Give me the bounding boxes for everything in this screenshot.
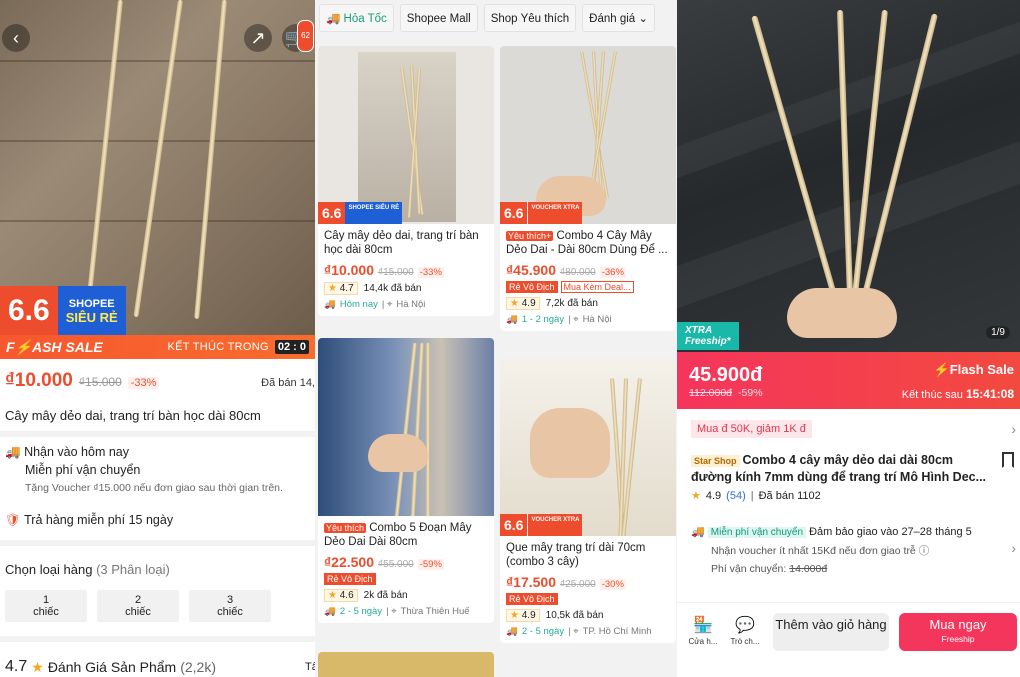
product-image: 6.6 VOUCHER XTRA [500, 358, 676, 536]
truck-icon: 🚚 [5, 445, 21, 459]
chevron-down-icon: ⌄ [638, 13, 649, 25]
chat-icon: 💬 [735, 617, 755, 634]
product-detail-panel-right: XTRA Freeship* 1/9 45.900đ 112.000đ -59% ⚡… [677, 0, 1020, 677]
product-title: Cây mây dẻo dai, trang trí bàn học dài 8… [324, 230, 479, 256]
price: 45.900đ [689, 364, 763, 386]
rating-summary[interactable]: 4.7 ★ Đánh Giá Sản Phẩm (2,2k) Tấ [5, 658, 315, 676]
product-card[interactable]: 6.6 VOUCHER XTRA Yêu thích+ Combo 4 Cây M… [500, 46, 676, 331]
shield-icon: 🛡 [5, 513, 21, 527]
xtra-freeship-badge: XTRA Freeship* [677, 322, 739, 350]
shipping-info[interactable]: 🚚 Nhận vào hôm nay Miễn phí vận chuyển T… [5, 443, 283, 497]
filter-shopee-mall[interactable]: Shopee Mall [399, 4, 478, 32]
filter-bar: 🚚 Hỏa Tốc Shopee Mall Shop Yêu thích Đán… [315, 4, 677, 36]
share-icon[interactable]: ↗ [244, 24, 272, 52]
product-card[interactable]: Yêu thích Combo 5 Đoạn Mây Dẻo Dai Dài 8… [318, 338, 494, 623]
product-title: Yêu thích+ Combo 4 Cây Mây Dẻo Dai - Dài… [506, 230, 668, 256]
product-photo[interactable] [0, 0, 315, 335]
flash-sale-banner: 45.900đ 112.000đ -59% ⚡Flash Sale Kết thú… [677, 352, 1020, 409]
product-detail-panel-left: ‹ ↗ 🛒 62 6.6 SHOPEE SIÊU RẺ F⚡ASH SALE KẾ… [0, 0, 315, 677]
filter-rating[interactable]: Đánh giá ⌄ [582, 4, 656, 32]
product-image: 6.6 SHOPEE SIÊU RẺ [318, 46, 494, 224]
variant-header: Chọn loại hàng (3 Phân loại) [5, 562, 170, 577]
variant-option-1[interactable]: 1 chiếc [5, 590, 87, 622]
variant-option-3[interactable]: 3 chiếc [189, 590, 271, 622]
voucher-tag[interactable]: Mua đ 50K, giảm 1K đ [691, 420, 812, 438]
filter-favorite-shop[interactable]: Shop Yêu thích [483, 4, 577, 32]
shop-button[interactable]: 🏪 Cửa h... [685, 615, 721, 646]
product-title: Yêu thích Combo 5 Đoạn Mây Dẻo Dai Dài 8… [324, 522, 472, 548]
truck-icon: 🚚 [506, 626, 518, 637]
filter-fast-delivery[interactable]: 🚚 Hỏa Tốc [319, 4, 394, 32]
price-row: ₫10.000 ₫15.000 -33% [5, 370, 160, 392]
sold-count: Đã bán 14, [261, 377, 315, 389]
image-page-indicator: 1/9 [986, 326, 1010, 339]
add-to-cart-button[interactable]: Thêm vào giỏ hàng [773, 613, 889, 651]
variant-option-2[interactable]: 2 chiếc [97, 590, 179, 622]
bottom-action-bar: 🏪 Cửa h... 💬 Trò ch... Thêm vào giỏ hàng M… [677, 602, 1020, 677]
product-title: Cây mây dẻo dai, trang trí bàn học dài 8… [5, 408, 261, 423]
cart-count-badge: 62 [297, 20, 314, 52]
product-title: Star Shop Combo 4 cây mây dẻo dai dài 80c… [691, 453, 987, 484]
product-photo[interactable] [677, 0, 1020, 352]
product-card[interactable]: 6.6 VOUCHER XTRA Que mây trang trí dài 70… [500, 358, 676, 643]
chevron-right-icon[interactable]: › [1011, 421, 1016, 437]
product-title: Que mây trang trí dài 70cm (combo 3 cây) [506, 542, 646, 568]
chat-button[interactable]: 💬 Trò ch... [727, 615, 763, 646]
product-card-partial[interactable] [318, 652, 494, 677]
truck-icon: 🚚 [324, 299, 336, 310]
return-policy[interactable]: 🛡 Trả hàng miễn phí 15 ngày [5, 513, 173, 528]
truck-icon: 🚚 [506, 314, 518, 325]
store-icon: 🏪 [693, 617, 713, 634]
rating-row[interactable]: ★ 4.9 (54) | Đã bán 1102 [691, 489, 821, 503]
shipping-info[interactable]: 🚚 Miễn phí vận chuyển Đảm bảo giao vào 2… [691, 523, 1011, 578]
search-results-panel: 🚚 Hỏa Tốc Shopee Mall Shop Yêu thích Đán… [315, 0, 677, 677]
countdown: 02 : 0 [274, 340, 309, 354]
promo-66-badge: 6.6 SHOPEE SIÊU RẺ [0, 286, 126, 336]
flash-sale-bar: F⚡ASH SALE KẾT THÚC TRONG 02 : 0 [0, 335, 315, 359]
chevron-right-icon[interactable]: › [1011, 540, 1016, 556]
star-icon: ★ [31, 658, 44, 675]
cart-icon[interactable]: 🛒 62 [282, 20, 314, 52]
truck-icon: 🚚 [324, 606, 336, 617]
back-icon[interactable]: ‹ [2, 24, 30, 52]
star-icon: ★ [691, 490, 701, 502]
buy-now-button[interactable]: Mua ngay Freeship [899, 613, 1017, 651]
truck-icon: 🚚 [691, 526, 705, 538]
product-image: 6.6 VOUCHER XTRA [500, 46, 676, 224]
bookmark-icon[interactable] [1002, 452, 1014, 468]
product-card[interactable]: 6.6 SHOPEE SIÊU RẺ Cây mây dẻo dai, trang… [318, 46, 494, 316]
product-image [318, 338, 494, 516]
lightning-icon: ⚡ [933, 362, 950, 377]
